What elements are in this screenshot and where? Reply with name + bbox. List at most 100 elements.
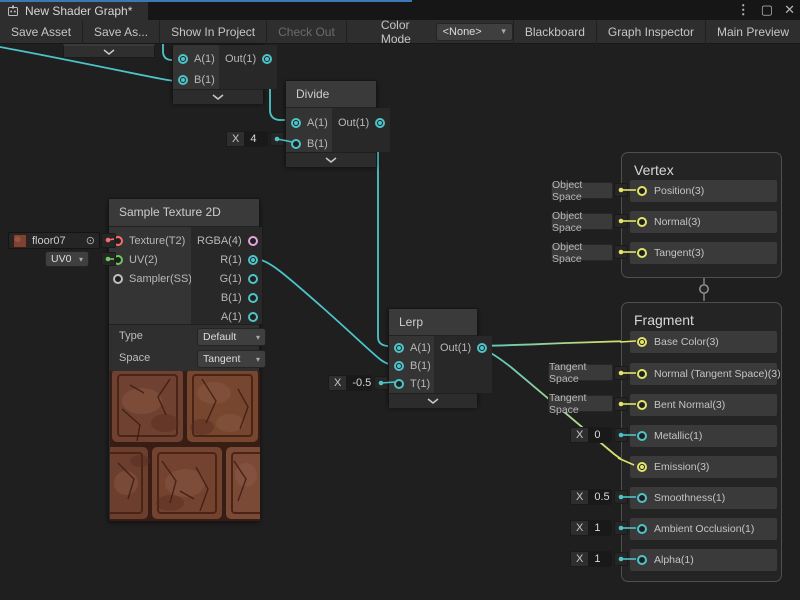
uv-channel-dropdown[interactable]: UV0 ▾ bbox=[45, 251, 89, 267]
shader-graph-icon bbox=[7, 5, 19, 17]
port-a-input[interactable] bbox=[291, 118, 301, 128]
port-normal-ts[interactable] bbox=[637, 369, 647, 379]
port-position[interactable] bbox=[637, 186, 647, 196]
tangent-connector[interactable] bbox=[614, 245, 628, 259]
x-value[interactable]: 0 bbox=[588, 428, 611, 442]
port-smoothness[interactable] bbox=[637, 493, 647, 503]
lerp-t-value-field[interactable]: X -0.5 bbox=[328, 375, 372, 391]
vertex-row-normal[interactable]: Normal(3) bbox=[630, 211, 777, 233]
close-icon[interactable]: ✕ bbox=[784, 1, 795, 19]
fragment-row-smoothness[interactable]: Smoothness(1) bbox=[630, 487, 777, 509]
smoothness-value-field[interactable]: X 0.5 bbox=[570, 489, 612, 505]
port-a-input[interactable] bbox=[394, 343, 404, 353]
metallic-connector[interactable] bbox=[614, 428, 628, 442]
emission-label: Emission(3) bbox=[654, 461, 709, 473]
port-tangent[interactable] bbox=[637, 248, 647, 258]
fragment-block[interactable]: Fragment Base Color(3) Normal (Tangent S… bbox=[621, 302, 782, 582]
node-expand-bar[interactable] bbox=[173, 89, 263, 104]
x-label: X bbox=[571, 552, 588, 566]
alpha-value-field[interactable]: X 1 bbox=[570, 551, 612, 567]
fragment-row-metallic[interactable]: Metallic(1) bbox=[630, 425, 777, 447]
graph-inspector-toggle[interactable]: Graph Inspector bbox=[597, 20, 705, 44]
port-b-input[interactable] bbox=[394, 361, 404, 371]
node-expand-bar[interactable] bbox=[286, 152, 376, 167]
port-rgba-out[interactable] bbox=[248, 236, 258, 246]
fragment-row-base-color[interactable]: Base Color(3) bbox=[630, 331, 777, 353]
space-dropdown[interactable]: Tangent ▾ bbox=[197, 350, 266, 368]
fragment-row-normal-ts[interactable]: Normal (Tangent Space)(3) bbox=[630, 363, 777, 385]
edge-lerp-to-basecolor[interactable] bbox=[468, 341, 633, 346]
port-ambient-occlusion[interactable] bbox=[637, 524, 647, 534]
x-value[interactable]: 0.5 bbox=[588, 490, 612, 504]
object-picker-icon[interactable]: ⊙ bbox=[86, 234, 95, 247]
maximize-icon[interactable]: ▢ bbox=[761, 1, 773, 19]
save-asset-button[interactable]: Save Asset bbox=[0, 20, 82, 44]
fragment-row-alpha[interactable]: Alpha(1) bbox=[630, 549, 777, 571]
port-out[interactable] bbox=[375, 118, 385, 128]
port-g-out[interactable] bbox=[248, 274, 258, 284]
normal-connector[interactable] bbox=[614, 214, 628, 228]
alpha-connector[interactable] bbox=[614, 552, 628, 566]
uv-connector[interactable] bbox=[101, 252, 116, 266]
fragment-row-bent-normal[interactable]: Bent Normal(3) bbox=[630, 394, 777, 416]
smoothness-connector[interactable] bbox=[614, 490, 628, 504]
add-node[interactable]: A(1) B(1) Out(1) bbox=[172, 44, 264, 102]
uv-channel-value: UV0 bbox=[51, 253, 71, 265]
texture-name: floor07 bbox=[32, 235, 66, 247]
ambient-occlusion-connector[interactable] bbox=[614, 521, 628, 535]
save-as-button[interactable]: Save As... bbox=[83, 20, 159, 44]
port-b-out[interactable] bbox=[248, 293, 258, 303]
main-preview-toggle[interactable]: Main Preview bbox=[706, 20, 800, 44]
port-out[interactable] bbox=[262, 54, 272, 64]
x-value[interactable]: -0.5 bbox=[346, 376, 372, 390]
port-normal[interactable] bbox=[637, 217, 647, 227]
check-out-button[interactable]: Check Out bbox=[267, 20, 346, 44]
port-b-input[interactable] bbox=[178, 75, 188, 85]
port-r-out[interactable] bbox=[248, 255, 258, 265]
smoothness-label: Smoothness(1) bbox=[654, 492, 725, 504]
divide-b-value-field[interactable]: X 4 bbox=[226, 131, 268, 147]
port-emission[interactable] bbox=[637, 462, 647, 472]
x-value[interactable]: 1 bbox=[588, 521, 611, 535]
tab-new-shader-graph[interactable]: New Shader Graph* bbox=[0, 2, 148, 20]
collapsed-node-chevron-bar[interactable] bbox=[63, 44, 155, 58]
metallic-value-field[interactable]: X 0 bbox=[570, 427, 612, 443]
normal-ts-connector[interactable] bbox=[614, 366, 628, 380]
port-out[interactable] bbox=[477, 343, 487, 353]
divide-b-connector[interactable] bbox=[270, 132, 284, 146]
menu-icon[interactable]: ⋮ bbox=[737, 1, 750, 19]
port-bent-normal[interactable] bbox=[637, 400, 647, 410]
port-a-out[interactable] bbox=[248, 312, 258, 322]
bent-normal-connector[interactable] bbox=[614, 397, 628, 411]
port-base-color[interactable] bbox=[637, 337, 647, 347]
port-b-label: B(1) bbox=[221, 292, 242, 304]
blackboard-toggle[interactable]: Blackboard bbox=[514, 20, 596, 44]
x-value[interactable]: 1 bbox=[588, 552, 611, 566]
type-dropdown[interactable]: Default ▾ bbox=[197, 328, 266, 346]
divide-node[interactable]: Divide A(1) B(1) Out(1) bbox=[285, 80, 377, 166]
port-t-input[interactable] bbox=[394, 379, 404, 389]
lerp-node[interactable]: Lerp A(1) B(1) T(1) Out(1) bbox=[388, 308, 478, 406]
vertex-block[interactable]: Vertex Position(3) Normal(3) Tangent(3) bbox=[621, 152, 782, 278]
fragment-row-ambient-occlusion[interactable]: Ambient Occlusion(1) bbox=[630, 518, 777, 540]
lerp-t-connector[interactable] bbox=[374, 376, 388, 390]
x-value[interactable]: 4 bbox=[244, 132, 267, 146]
vertex-row-tangent[interactable]: Tangent(3) bbox=[630, 242, 777, 264]
ambient-occlusion-value-field[interactable]: X 1 bbox=[570, 520, 612, 536]
port-texture-label: Texture(T2) bbox=[129, 235, 185, 247]
fragment-row-emission[interactable]: Emission(3) bbox=[630, 456, 777, 478]
node-expand-bar[interactable] bbox=[389, 393, 477, 408]
port-a-input[interactable] bbox=[178, 54, 188, 64]
port-sampler-input[interactable] bbox=[113, 274, 123, 284]
color-mode-dropdown[interactable]: <None> ▾ bbox=[436, 23, 513, 41]
texture-object-field[interactable]: floor07 ⊙ bbox=[8, 232, 100, 249]
port-alpha[interactable] bbox=[637, 555, 647, 565]
sample-texture-2d-node[interactable]: Sample Texture 2D Texture(T2) UV(2) Samp… bbox=[108, 198, 260, 521]
show-in-project-button[interactable]: Show In Project bbox=[160, 20, 266, 44]
position-connector[interactable] bbox=[614, 183, 628, 197]
port-b-input[interactable] bbox=[291, 139, 301, 149]
port-metallic[interactable] bbox=[637, 431, 647, 441]
edge-r-to-lerp-b[interactable] bbox=[251, 258, 394, 364]
vertex-row-position[interactable]: Position(3) bbox=[630, 180, 777, 202]
texture-connector[interactable] bbox=[101, 233, 116, 248]
